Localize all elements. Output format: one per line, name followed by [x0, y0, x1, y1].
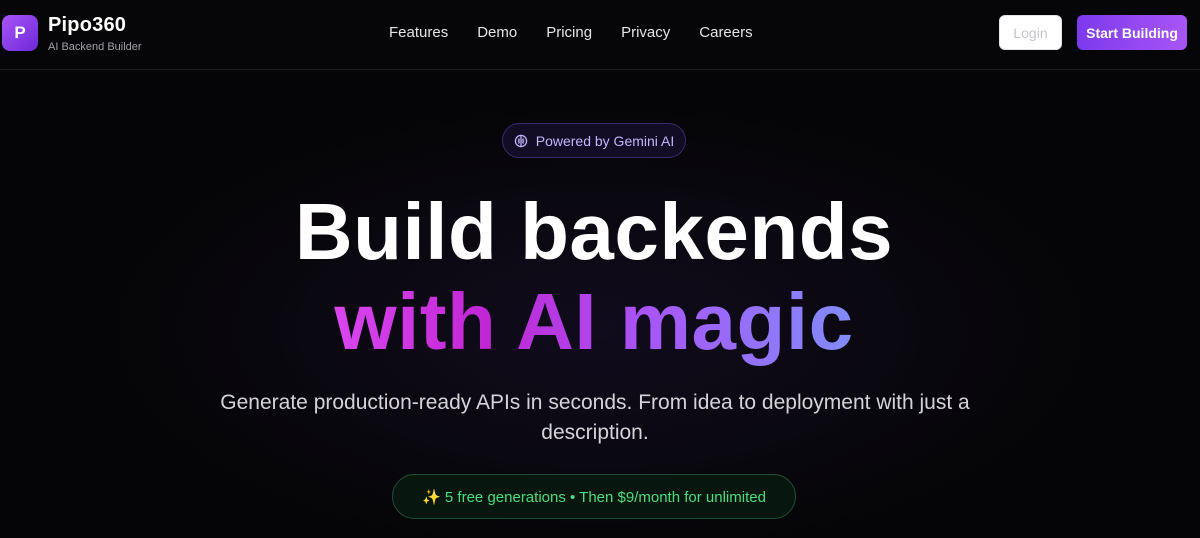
- landing-page: P Pipo360 AI Backend Builder Features De…: [0, 0, 1200, 538]
- brand-logo[interactable]: P: [2, 15, 38, 51]
- nav-item-privacy[interactable]: Privacy: [621, 24, 670, 41]
- nav-item-features[interactable]: Features: [389, 24, 448, 41]
- free-generations-offer: ✨ 5 free generations • Then $9/month for…: [392, 474, 796, 519]
- hero-headline-line-2: with AI magic: [0, 276, 1188, 368]
- brand-name[interactable]: Pipo360: [48, 14, 126, 37]
- top-navigation-bar: P Pipo360 AI Backend Builder Features De…: [0, 0, 1200, 70]
- hero-headline-line-1: Build backends: [294, 187, 894, 276]
- nav-item-careers[interactable]: Careers: [699, 24, 752, 41]
- brain-icon: [514, 134, 528, 148]
- badge-label: Powered by Gemini AI: [535, 132, 675, 149]
- logo-letter: P: [14, 23, 26, 42]
- hero-headline-gradient-text: with AI magic: [334, 277, 854, 366]
- hero-subtitle: Generate production-ready APIs in second…: [220, 391, 970, 444]
- powered-by-badge: Powered by Gemini AI: [502, 123, 686, 158]
- brand-tagline: AI Backend Builder: [48, 41, 142, 53]
- login-button[interactable]: Login: [999, 15, 1062, 50]
- main-nav: Features Demo Pricing Privacy Careers: [389, 24, 782, 41]
- nav-item-pricing[interactable]: Pricing: [546, 24, 592, 41]
- start-building-button[interactable]: Start Building: [1077, 15, 1187, 50]
- nav-item-demo[interactable]: Demo: [477, 24, 517, 41]
